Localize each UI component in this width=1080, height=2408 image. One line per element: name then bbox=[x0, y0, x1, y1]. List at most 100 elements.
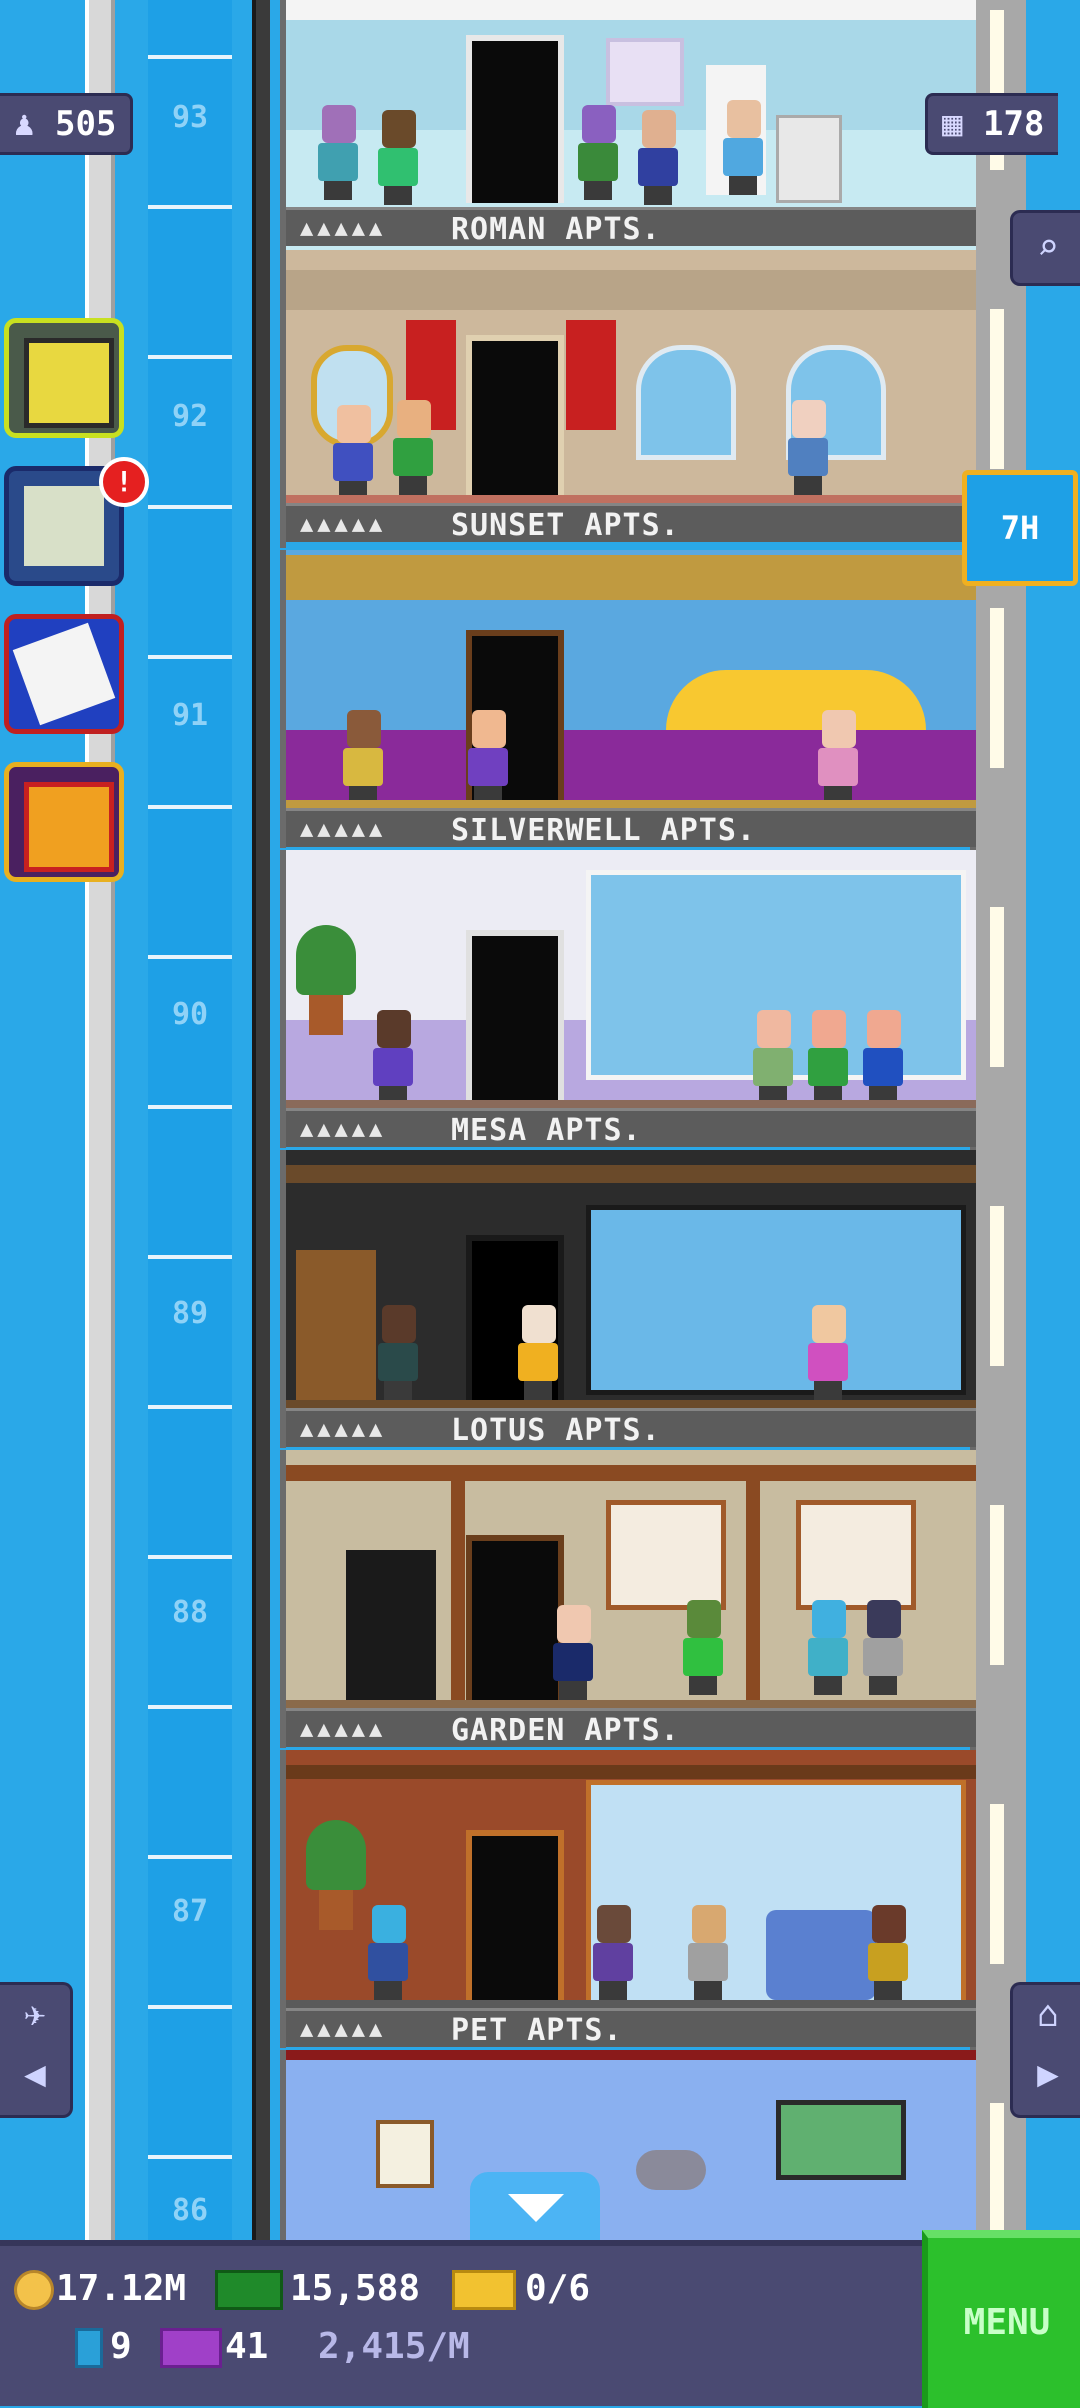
nameplate-pet: ▲▲▲▲▲ PET APTS. bbox=[286, 2008, 976, 2048]
sunset-wall bbox=[286, 730, 976, 800]
garden-door[interactable] bbox=[466, 1535, 564, 1706]
mesa-door[interactable] bbox=[466, 930, 564, 1106]
floor-name: SUNSET APTS. bbox=[451, 508, 680, 543]
shaft-segment bbox=[148, 1255, 232, 1259]
menu-button[interactable]: MENU bbox=[922, 2230, 1080, 2408]
arched-window bbox=[636, 345, 736, 460]
floors-value: 178 bbox=[982, 104, 1045, 144]
floor-number: 90 bbox=[171, 997, 209, 1032]
tower-light bbox=[990, 309, 1004, 469]
shaft-segment bbox=[148, 55, 232, 59]
resident[interactable] bbox=[466, 710, 510, 805]
floor-name: LOTUS APTS. bbox=[451, 1413, 661, 1448]
resident[interactable] bbox=[366, 1905, 410, 2000]
floors-counter[interactable]: ▦ 178 bbox=[925, 93, 1059, 155]
floor-number: 89 bbox=[171, 1296, 209, 1331]
left-nav-button[interactable]: ✈ ◀ bbox=[0, 1982, 73, 2118]
resident[interactable] bbox=[636, 110, 680, 205]
floor-number: 92 bbox=[171, 399, 209, 434]
tower-light bbox=[990, 1505, 1004, 1665]
right-nav-button[interactable]: ⌂ ▶ bbox=[1010, 1982, 1080, 2118]
sunset-door[interactable] bbox=[466, 335, 564, 506]
resident[interactable] bbox=[786, 400, 830, 495]
resident[interactable] bbox=[861, 1600, 905, 1695]
resident[interactable] bbox=[806, 1010, 850, 1105]
resident[interactable] bbox=[376, 110, 420, 205]
tower-light bbox=[990, 608, 1004, 768]
floor-sunset-apts[interactable]: ▲▲▲▲▲ SUNSET APTS. bbox=[280, 250, 976, 548]
floor-lotus-apts[interactable]: ▲▲▲▲▲ LOTUS APTS. bbox=[280, 1150, 976, 1448]
pet-door[interactable] bbox=[466, 1830, 564, 2006]
scroll-down-button[interactable] bbox=[470, 2172, 600, 2240]
tickets-value: 0/6 bbox=[525, 2268, 591, 2309]
star-rating: ▲▲▲▲▲ bbox=[300, 512, 387, 537]
resident[interactable] bbox=[816, 710, 860, 805]
resident[interactable] bbox=[721, 100, 765, 195]
gift-icon bbox=[24, 782, 114, 872]
bux-small-value: 9 bbox=[110, 2326, 132, 2367]
pet-portrait bbox=[376, 2120, 434, 2188]
time-skip-button[interactable]: 7H bbox=[962, 470, 1078, 586]
resident[interactable] bbox=[516, 1305, 560, 1400]
star-rating: ▲▲▲▲▲ bbox=[300, 2017, 387, 2042]
elevator-cable bbox=[252, 0, 270, 2240]
roman-door[interactable] bbox=[466, 35, 564, 203]
shaft-segment bbox=[148, 1705, 232, 1709]
down-arrow-icon bbox=[508, 2194, 564, 2222]
floor-86-partial[interactable] bbox=[280, 2050, 976, 2240]
resident[interactable] bbox=[331, 405, 375, 500]
nameplate-mesa: ▲▲▲▲▲ MESA APTS. bbox=[286, 1108, 976, 1148]
resident[interactable] bbox=[591, 1905, 635, 2000]
shaft-segment bbox=[148, 2155, 232, 2159]
resident[interactable] bbox=[681, 1600, 725, 1695]
shaft-segment bbox=[148, 655, 232, 659]
resident[interactable] bbox=[376, 1305, 420, 1400]
floor-number: 86 bbox=[171, 2193, 209, 2228]
left-arrow-icon: ◀ bbox=[24, 2054, 46, 2095]
floor-pet-apts[interactable]: ▲▲▲▲▲ PET APTS. bbox=[280, 1750, 976, 2048]
population-counter[interactable]: ♟ 505 bbox=[0, 93, 134, 155]
gift-button[interactable] bbox=[4, 762, 124, 882]
resident[interactable] bbox=[316, 105, 360, 200]
resident[interactable] bbox=[391, 400, 435, 495]
notification-badge: ! bbox=[99, 457, 149, 507]
resident[interactable] bbox=[686, 1905, 730, 2000]
home-icon: ⌂ bbox=[1037, 1994, 1059, 2035]
bottom-hud bbox=[0, 2240, 1080, 2406]
plant bbox=[306, 1820, 366, 1930]
tower-light bbox=[990, 907, 1004, 1067]
resident[interactable] bbox=[866, 1905, 910, 2000]
resident[interactable] bbox=[371, 1010, 415, 1105]
population-value: 505 bbox=[54, 104, 117, 144]
tower-light bbox=[990, 1804, 1004, 1964]
floor-number: 88 bbox=[171, 1595, 209, 1630]
calendar-button[interactable] bbox=[4, 614, 124, 734]
floor-silverwell-apts[interactable]: ▲▲▲▲▲ SILVERWELL APTS. bbox=[280, 550, 976, 848]
star-rating: ▲▲▲▲▲ bbox=[300, 817, 387, 842]
shaft-segment bbox=[148, 2005, 232, 2009]
build-button[interactable] bbox=[4, 318, 124, 438]
painting bbox=[606, 38, 684, 106]
cat bbox=[636, 2150, 706, 2190]
floor-mesa-apts[interactable]: ▲▲▲▲▲ MESA APTS. bbox=[280, 850, 976, 1148]
star-rating: ▲▲▲▲▲ bbox=[300, 216, 387, 241]
search-button[interactable]: ⌕ bbox=[1010, 210, 1080, 286]
floor-garden-apts[interactable]: ▲▲▲▲▲ GARDEN APTS. bbox=[280, 1450, 976, 1748]
resident[interactable] bbox=[551, 1605, 595, 1700]
bux-icon bbox=[215, 2270, 283, 2310]
nameplate-lotus: ▲▲▲▲▲ LOTUS APTS. bbox=[286, 1408, 976, 1448]
nameplate-roman: ▲▲▲▲▲ ROMAN APTS. bbox=[286, 207, 976, 247]
checklist-icon bbox=[24, 486, 104, 566]
resident[interactable] bbox=[576, 105, 620, 200]
resident[interactable] bbox=[806, 1600, 850, 1695]
resident[interactable] bbox=[751, 1010, 795, 1105]
resident[interactable] bbox=[341, 710, 385, 805]
missions-button[interactable]: ! bbox=[4, 457, 149, 586]
person-icon: ♟ bbox=[14, 104, 35, 144]
vip-value: 41 bbox=[225, 2326, 269, 2367]
floor-name: ROMAN APTS. bbox=[451, 212, 661, 247]
ticket-icon bbox=[452, 2270, 516, 2310]
resident[interactable] bbox=[806, 1305, 850, 1400]
window bbox=[606, 1500, 726, 1610]
resident[interactable] bbox=[861, 1010, 905, 1105]
